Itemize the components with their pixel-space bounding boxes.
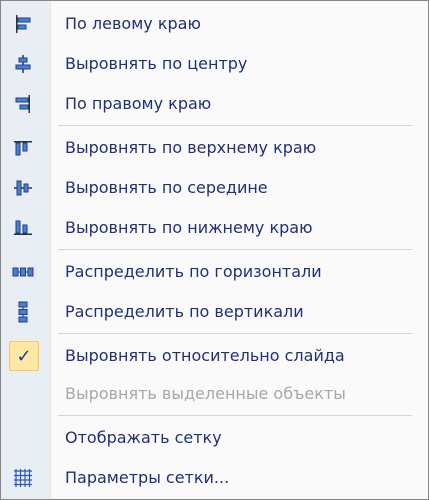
menu-item-label: Распределить по вертикали <box>65 302 304 321</box>
align-right-icon <box>12 93 34 115</box>
menu-item-label: Распределить по горизонтали <box>65 262 322 281</box>
menu-item-label: Параметры сетки... <box>65 468 230 487</box>
menu-item-label: Выровнять выделенные объекты <box>65 384 346 403</box>
menu-separator <box>58 333 412 334</box>
menu-item-label: По правому краю <box>65 94 212 113</box>
menu-item-align-middle[interactable]: Выровнять по середине <box>1 169 428 207</box>
menu-item-label: Выровнять по середине <box>65 178 268 197</box>
distribute-horizontally-icon <box>12 261 34 283</box>
menu-item-label: Выровнять относительно слайда <box>65 346 345 365</box>
menu-separator <box>58 249 412 250</box>
menu-item-show-grid[interactable]: Отображать сетку <box>1 419 428 457</box>
menu-item-distribute-horizontally[interactable]: Распределить по горизонтали <box>1 253 428 291</box>
menu-item-align-to-slide[interactable]: ✓ Выровнять относительно слайда <box>1 337 428 375</box>
menu-item-align-selected-objects: Выровнять выделенные объекты <box>1 375 428 413</box>
menu-item-align-right[interactable]: По правому краю <box>1 85 428 123</box>
checkmark-icon: ✓ <box>9 341 39 371</box>
menu-item-align-left[interactable]: По левому краю <box>1 5 428 43</box>
menu-item-label: По левому краю <box>65 14 201 33</box>
menu-item-align-top[interactable]: Выровнять по верхнему краю <box>1 129 428 167</box>
align-middle-icon <box>12 177 34 199</box>
align-bottom-icon <box>12 217 34 239</box>
context-menu: По левому краю Выровнять по центру По пр… <box>0 0 429 500</box>
menu-item-grid-settings[interactable]: Параметры сетки... <box>1 459 428 497</box>
menu-separator <box>58 415 412 416</box>
menu-separator <box>58 125 412 126</box>
align-center-icon <box>12 53 34 75</box>
menu-item-distribute-vertically[interactable]: Распределить по вертикали <box>1 293 428 331</box>
menu-item-label: Выровнять по верхнему краю <box>65 138 317 157</box>
align-top-icon <box>12 137 34 159</box>
menu-item-align-center[interactable]: Выровнять по центру <box>1 45 428 83</box>
menu-item-label: Выровнять по нижнему краю <box>65 218 313 237</box>
align-left-icon <box>12 13 34 35</box>
grid-icon <box>12 467 34 489</box>
menu-item-align-bottom[interactable]: Выровнять по нижнему краю <box>1 209 428 247</box>
menu-item-label: Выровнять по центру <box>65 54 248 73</box>
distribute-vertically-icon <box>12 301 34 323</box>
menu-item-label: Отображать сетку <box>65 428 222 447</box>
